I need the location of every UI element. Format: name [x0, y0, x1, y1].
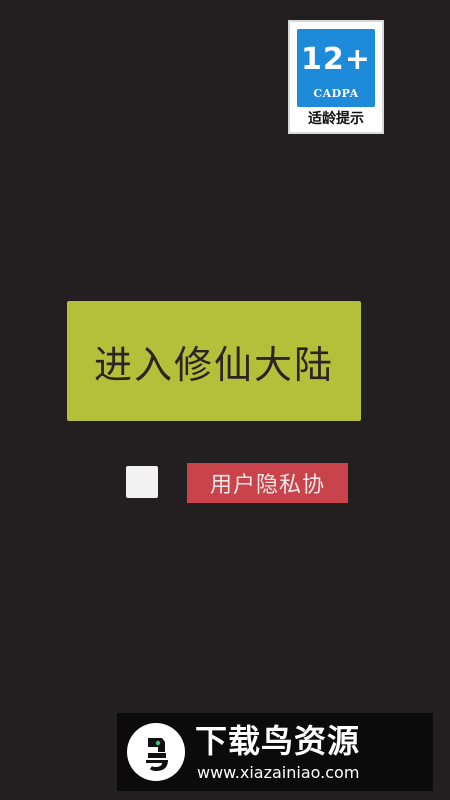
privacy-agreement-button[interactable]: 用户隐私协 [187, 463, 348, 503]
enter-game-button[interactable]: 进入修仙大陆 [67, 301, 361, 421]
bird-logo-icon [127, 723, 185, 781]
watermark-title: 下载鸟资源 [195, 722, 361, 760]
age-rating-badge: 12+ CADPA 适龄提示 [288, 20, 384, 134]
age-rating-hint: 适龄提示 [308, 111, 364, 127]
age-rating-panel: 12+ CADPA [297, 29, 375, 107]
age-rating-number: 12+ [301, 42, 371, 77]
watermark-url: www.xiazainiao.com [197, 763, 360, 782]
watermark: 下载鸟资源 www.xiazainiao.com [117, 713, 433, 791]
age-rating-org: CADPA [313, 87, 359, 100]
agreement-checkbox[interactable] [126, 466, 158, 498]
